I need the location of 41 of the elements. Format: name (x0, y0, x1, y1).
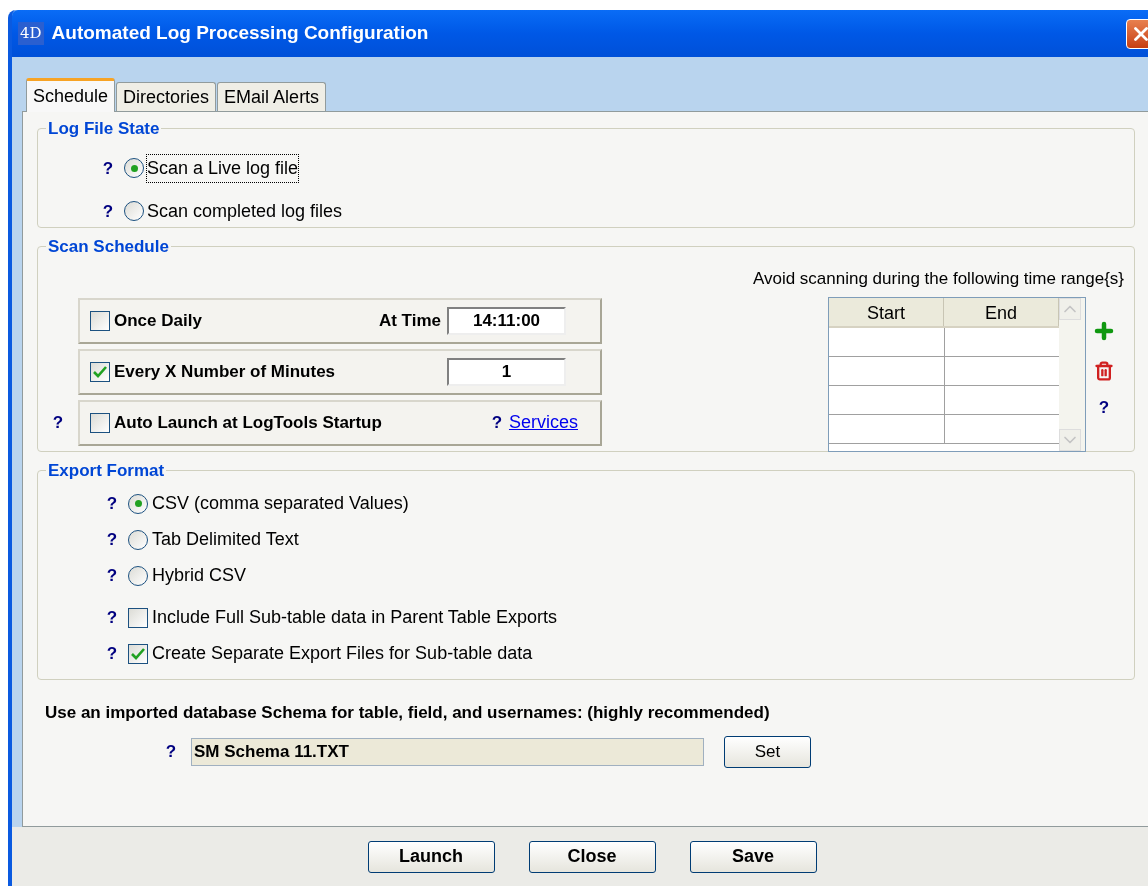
checkbox-label[interactable]: Auto Launch at LogTools Startup (114, 409, 382, 436)
help-link[interactable]: ? (104, 609, 120, 626)
avoid-caption: Avoid scanning during the following time range{s} (752, 267, 1124, 290)
help-link[interactable]: ? (104, 495, 120, 512)
checkbox-label[interactable]: Create Separate Export Files for Sub-table data (152, 640, 533, 667)
services-link[interactable]: Services (508, 409, 578, 436)
group-title: Scan Schedule (47, 236, 170, 258)
app-logo: 4D (18, 22, 44, 45)
help-link[interactable]: ? (104, 531, 120, 548)
help-link[interactable]: ? (100, 202, 116, 220)
group-title: Log File State (47, 118, 161, 140)
dialog-button[interactable]: Launch (367, 840, 495, 873)
dialog-button[interactable]: Close (528, 840, 656, 873)
schema-field[interactable]: SM Schema 11.TXT (191, 737, 704, 766)
radio-label[interactable]: Scan a Live log file (146, 153, 300, 183)
help-link[interactable]: ? (104, 567, 120, 584)
tab[interactable]: EMail Alerts (217, 82, 327, 111)
radio-label[interactable]: Scan completed log files (146, 196, 344, 226)
group-title: Export Format (47, 460, 166, 482)
checkbox-label[interactable]: Include Full Sub-table data in Parent Table Exports (152, 604, 557, 631)
help-link[interactable]: ? (104, 645, 120, 662)
column-header[interactable]: Start (829, 298, 944, 326)
help-link[interactable]: ? (1096, 399, 1112, 416)
radio-label[interactable]: Hybrid CSV (152, 562, 247, 589)
set-button[interactable]: Set (724, 735, 811, 768)
tab[interactable]: Schedule (26, 78, 116, 112)
radio-label[interactable]: Tab Delimited Text (152, 526, 299, 553)
time-field[interactable]: 14:11:00 (447, 306, 566, 335)
dialog-button[interactable]: Save (689, 840, 817, 873)
help-link[interactable]: ? (163, 743, 179, 760)
help-link[interactable]: ? (488, 414, 505, 431)
help-link[interactable]: ? (100, 159, 116, 177)
help-link[interactable]: ? (50, 414, 66, 431)
minutes-field[interactable]: 1 (447, 357, 566, 386)
tab[interactable]: Directories (116, 82, 217, 111)
window-title: Automated Log Processing Configuration (51, 21, 429, 46)
checkbox-label[interactable]: Once Daily (114, 307, 202, 334)
radio-label[interactable]: CSV (comma separated Values) (152, 490, 409, 517)
schema-caption: Use an imported database Schema for table, field, and usernames: (highly recommended) (45, 702, 771, 724)
checkbox-label[interactable]: Every X Number of Minutes (114, 358, 336, 385)
field-label: At Time (378, 309, 441, 332)
